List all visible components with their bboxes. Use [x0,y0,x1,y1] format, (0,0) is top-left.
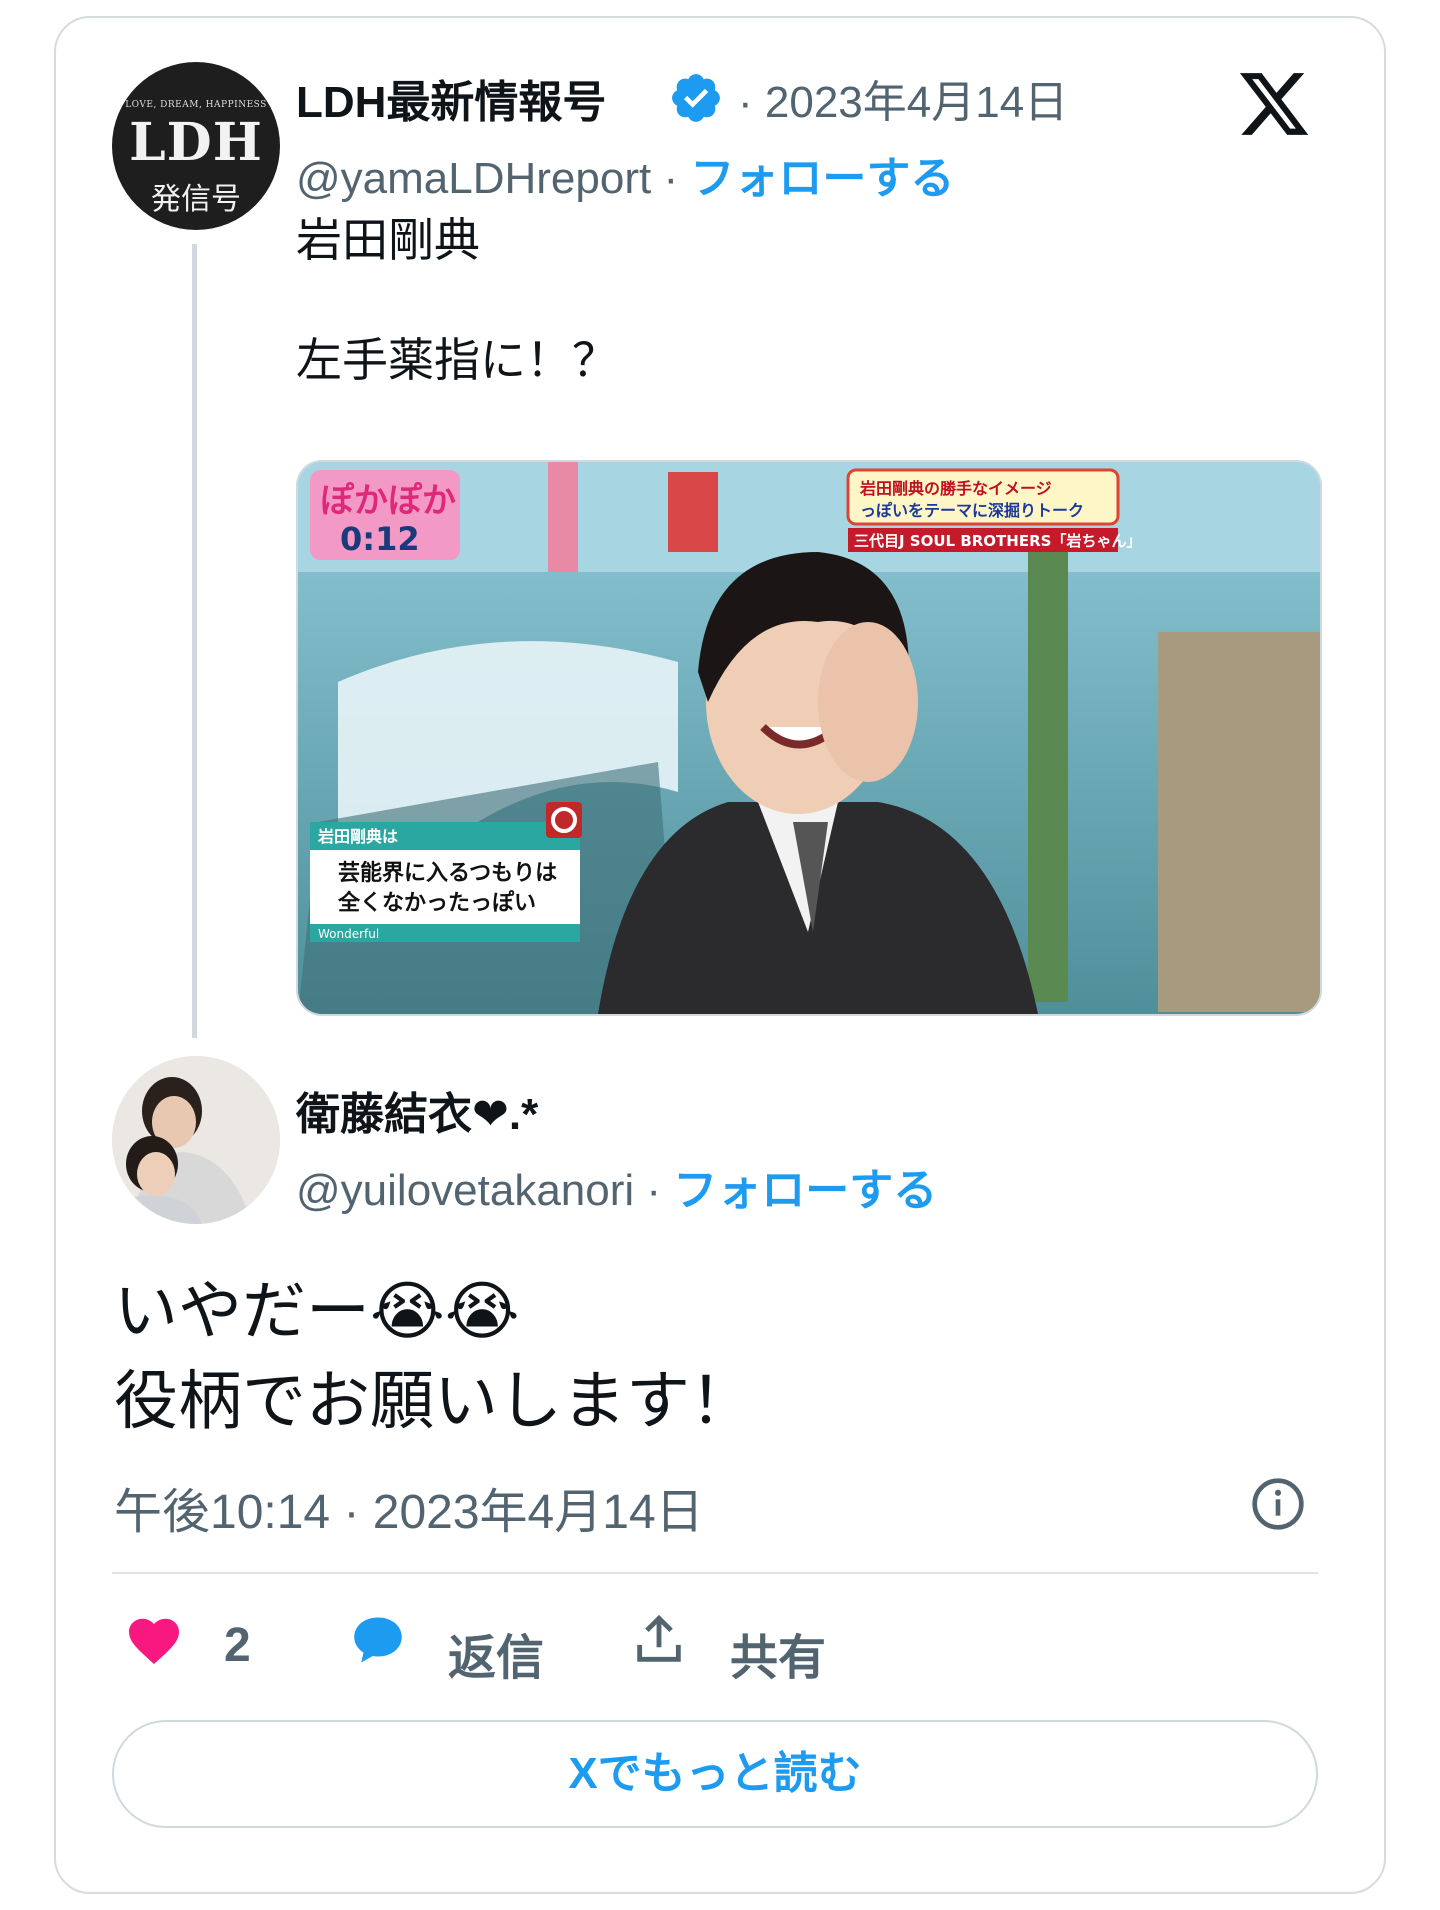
ldh-avatar[interactable]: LOVE, DREAM, HAPPINESS LDH 発信号 [112,62,280,230]
caption-footer: Wonderful [318,927,379,941]
caption-line-2: 全くなかったっぽい [337,890,536,916]
info-icon[interactable] [1250,1476,1306,1532]
follow-button[interactable]: フォローする [690,154,954,203]
quoted-author-handle[interactable]: @yamaLDHreport [296,154,651,203]
thread-connector-line [192,244,197,1038]
reply-label: 返信 [448,1632,545,1685]
avatar-subtitle: 発信号 [151,182,241,217]
banner-line-2: っぽいをテーマに深掘りトーク [860,501,1084,520]
caption-header: 岩田剛典は [317,827,398,846]
read-more-on-x-button[interactable]: Xでもっと読む [112,1720,1318,1828]
x-logo-icon[interactable] [1234,66,1314,142]
video-frame: ぽかぽか 0:12 岩田剛典の勝手なイメージ っぽいをテーマに深掘りトーク 三代… [298,462,1320,1014]
reply-timestamp[interactable]: 午後10:14 · 2023年4月14日 [114,1472,704,1542]
divider [112,1572,1318,1574]
banner-line-3: 三代目J SOUL BROTHERS「岩ちゃん」 [854,532,1141,550]
avatar-logo-text: LDH [129,112,263,173]
avatar-photo [112,1056,280,1224]
reply-author-name[interactable]: 衛藤結衣❤.* [296,1078,538,1142]
tweet-media-video-thumbnail[interactable]: ぽかぽか 0:12 岩田剛典の勝手なイメージ っぽいをテーマに深掘りトーク 三代… [296,460,1322,1016]
reply-bubble-icon [354,1617,402,1663]
caption-line-1: 芸能界に入るつもりは [338,860,557,886]
separator-dot: · [646,1166,662,1215]
show-timer: 0:12 [340,520,420,558]
reply-author-avatar[interactable] [112,1056,280,1224]
share-label: 共有 [730,1632,827,1685]
quoted-tweet-date[interactable]: 2023年4月14日 [765,78,1068,127]
reply-author-handle[interactable]: @yuilovetakanori [296,1166,634,1215]
share-icon [637,1614,681,1662]
banner-line-1: 岩田剛典の勝手なイメージ [859,479,1052,498]
quoted-tweet-text: 岩田剛典 左手薬指に！？ [296,214,618,386]
follow-button[interactable]: フォローする [673,1166,937,1215]
avatar-tagline: LOVE, DREAM, HAPPINESS [125,100,267,110]
like-count: 2 [224,1619,251,1672]
show-logo-text: ぽかぽか [320,481,456,521]
separator-dot: · [738,78,753,127]
verified-badge-icon [672,74,720,122]
reply-tweet-text: いやだー😭😭 役柄でお願いします！ [114,1275,754,1437]
heart-icon [129,1618,179,1664]
quoted-author-name[interactable]: LDH最新情報号 [296,66,606,130]
separator-dot: · [663,154,679,203]
